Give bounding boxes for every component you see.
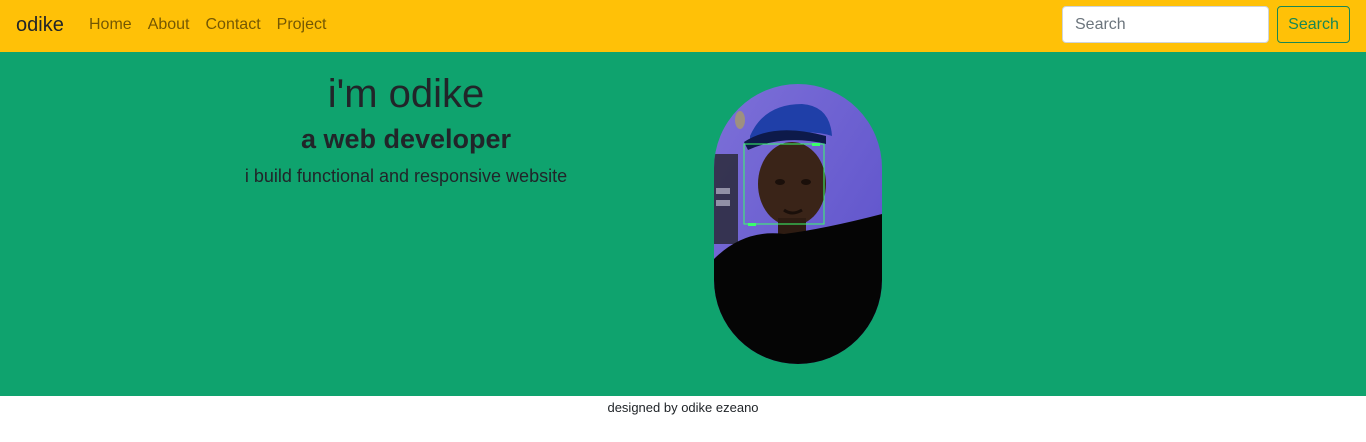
nav-link-about[interactable]: About: [148, 15, 190, 35]
profile-photo-illustration: [714, 84, 882, 364]
search-input[interactable]: [1062, 6, 1269, 43]
nav-links: Home About Contact Project: [89, 15, 342, 35]
navbar: odike Home About Contact Project Search: [0, 0, 1366, 52]
footer-credit: designed by odike ezeano: [607, 400, 759, 415]
hero-title: i'm odike: [327, 72, 485, 116]
footer: designed by odike ezeano: [0, 396, 1366, 442]
nav-item-contact: Contact: [206, 15, 277, 35]
nav-item-home: Home: [89, 15, 148, 35]
nav-link-project[interactable]: Project: [277, 15, 327, 35]
hero-tagline: i build functional and responsive websit…: [244, 166, 568, 186]
nav-link-home[interactable]: Home: [89, 15, 132, 35]
search-button[interactable]: Search: [1277, 6, 1350, 43]
hero-subtitle: a web developer: [300, 124, 512, 154]
brand-link[interactable]: odike: [16, 13, 64, 37]
hero-text: i'm odike a web developer i build functi…: [200, 70, 612, 188]
nav-item-project: Project: [277, 15, 343, 35]
nav-link-contact[interactable]: Contact: [206, 15, 261, 35]
nav-item-about: About: [148, 15, 206, 35]
profile-photo: [714, 84, 882, 364]
hero-section: i'm odike a web developer i build functi…: [0, 52, 1366, 396]
